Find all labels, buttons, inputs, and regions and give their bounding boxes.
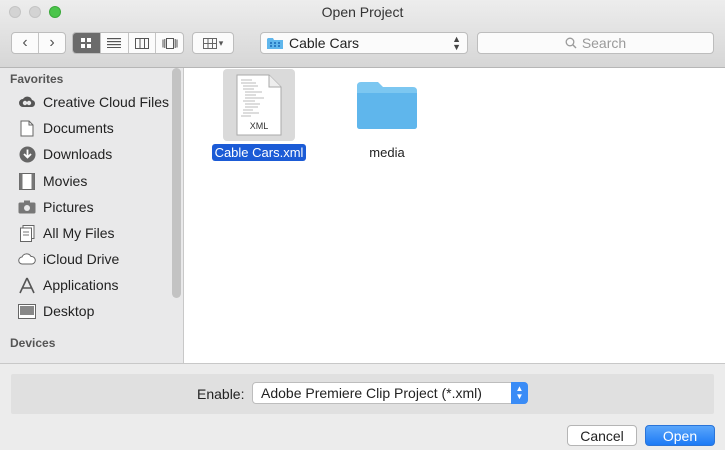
folder-icon xyxy=(357,82,417,129)
columns-icon xyxy=(134,37,149,49)
sidebar-item-desktop[interactable]: Desktop xyxy=(17,300,173,322)
sidebar-item-icloud-drive[interactable]: iCloud Drive xyxy=(17,248,173,270)
sidebar-item-label: Movies xyxy=(43,173,88,189)
search-icon xyxy=(565,37,577,49)
list-icon xyxy=(107,38,122,48)
sidebar-item-downloads[interactable]: Downloads xyxy=(17,143,173,165)
grid-icon xyxy=(81,38,92,48)
location-popup[interactable]: Cable Cars ▲ ▼ xyxy=(260,32,468,54)
dialog-footer: Enable: Adobe Premiere Clip Project (*.x… xyxy=(0,363,725,450)
column-view-button[interactable] xyxy=(129,33,157,53)
icon-view-button[interactable] xyxy=(73,33,101,53)
chevron-left-icon: ‹ xyxy=(22,34,28,51)
chevron-right-icon: › xyxy=(49,34,55,51)
arrange-grid-icon xyxy=(202,37,217,49)
window-title: Open Project xyxy=(321,4,404,20)
cloud-icon xyxy=(17,250,37,268)
folder-thumbnail xyxy=(351,69,423,141)
enable-file-type-select[interactable]: Adobe Premiere Clip Project (*.xml) ▲ ▼ xyxy=(252,382,528,404)
list-view-button[interactable] xyxy=(101,33,129,53)
favorites-heading: Favorites xyxy=(10,72,64,86)
cancel-button[interactable]: Cancel xyxy=(567,425,637,446)
sidebar-scrollbar[interactable] xyxy=(172,68,181,298)
downloads-icon xyxy=(17,145,37,163)
sidebar-item-pictures[interactable]: Pictures xyxy=(17,196,173,218)
file-name: Cable Cars.xml xyxy=(211,144,307,161)
open-button[interactable]: Open xyxy=(645,425,715,446)
sidebar-item-label: Applications xyxy=(43,277,119,293)
sidebar: Favorites Creative Cloud Files Documents… xyxy=(0,68,184,363)
enable-bar: Enable: Adobe Premiere Clip Project (*.x… xyxy=(11,374,714,414)
creative-cloud-icon xyxy=(17,93,37,111)
sidebar-item-all-my-files[interactable]: All My Files xyxy=(17,222,173,244)
file-item-cable-cars-xml[interactable]: XML Cable Cars.xml xyxy=(204,69,314,161)
camera-icon xyxy=(17,198,37,216)
sidebar-item-label: All My Files xyxy=(43,225,115,241)
file-browser: XML Cable Cars.xml media xyxy=(184,68,725,363)
back-forward-control: ‹ › xyxy=(11,32,66,54)
sidebar-item-label: Pictures xyxy=(43,199,94,215)
desktop-icon xyxy=(17,302,37,320)
search-placeholder: Search xyxy=(581,35,627,51)
file-item-media-folder[interactable]: media xyxy=(332,69,442,161)
cover-flow-view-button[interactable] xyxy=(156,33,183,53)
enable-select-value: Adobe Premiere Clip Project (*.xml) xyxy=(261,385,482,401)
sidebar-item-label: iCloud Drive xyxy=(43,251,120,267)
sidebar-item-label: Documents xyxy=(43,120,114,136)
forward-button[interactable]: › xyxy=(39,33,65,53)
sidebar-item-documents[interactable]: Documents xyxy=(17,117,173,139)
movies-icon xyxy=(17,172,37,190)
sidebar-item-label: Desktop xyxy=(43,303,95,319)
back-button[interactable]: ‹ xyxy=(12,33,39,53)
applications-icon xyxy=(17,276,37,294)
documents-icon xyxy=(17,119,37,137)
updown-chevron-icon: ▲ ▼ xyxy=(452,34,461,52)
file-type-badge: XML xyxy=(249,121,269,131)
all-my-files-icon xyxy=(17,224,37,242)
sidebar-item-movies[interactable]: Movies xyxy=(17,170,173,192)
folder-icon xyxy=(267,37,283,49)
devices-heading: Devices xyxy=(10,336,56,350)
search-field[interactable]: Search xyxy=(477,32,714,54)
chevron-down-icon: ▾ xyxy=(218,37,224,48)
sidebar-item-label: Downloads xyxy=(43,146,113,162)
enable-label: Enable: xyxy=(197,386,245,402)
file-name: media xyxy=(369,145,405,160)
sidebar-item-label: Creative Cloud Files xyxy=(43,94,170,110)
location-label: Cable Cars xyxy=(289,35,360,51)
cover-flow-icon xyxy=(162,37,178,49)
view-mode-control xyxy=(72,32,184,54)
updown-chevron-icon: ▲ ▼ xyxy=(511,382,528,404)
sidebar-item-creative-cloud-files[interactable]: Creative Cloud Files xyxy=(17,91,173,113)
sidebar-item-applications[interactable]: Applications xyxy=(17,274,173,296)
arrange-button[interactable]: ▾ xyxy=(192,32,234,54)
title-bar: Open Project ‹ › ▾ Cable Cars ▲ ▼ Search xyxy=(0,0,725,68)
